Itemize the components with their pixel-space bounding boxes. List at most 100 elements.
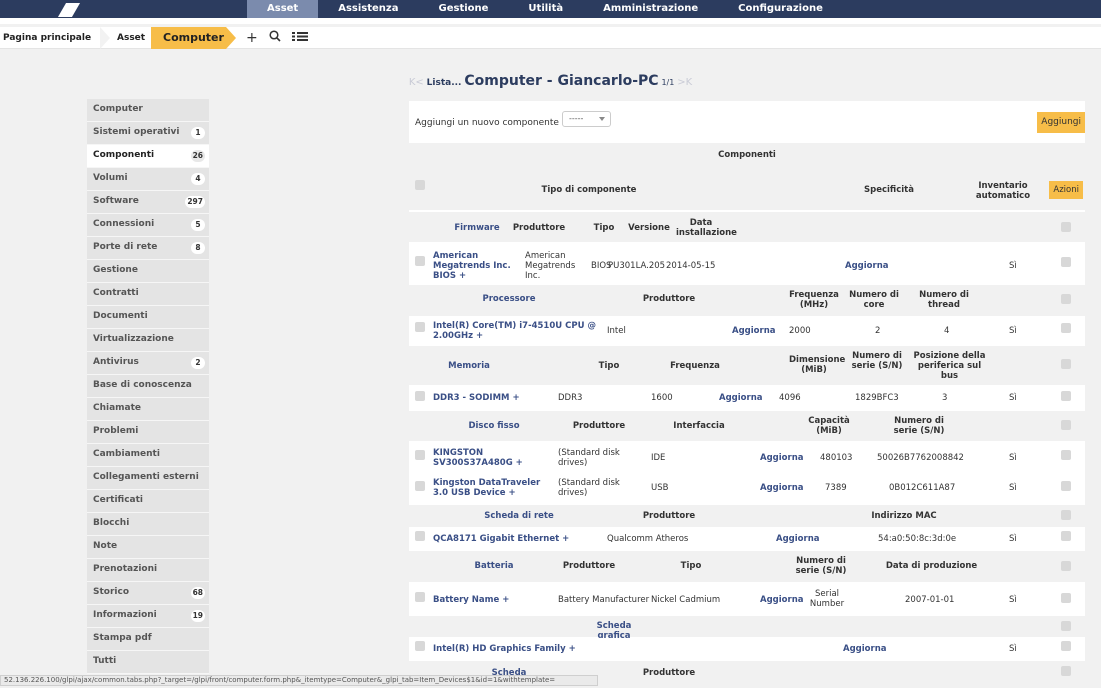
row-checkbox[interactable] [415,641,425,651]
battery-update-link[interactable]: Aggiorna [760,595,803,605]
sidebar-item-stampa-pdf[interactable]: Stampa pdf [87,628,209,651]
sidebar-item-certificati[interactable]: Certificati [87,490,209,513]
list-link[interactable]: Lista... [427,78,462,88]
firmware-header-checkbox[interactable] [1061,222,1071,232]
disk-update-link[interactable]: Aggiorna [760,453,803,463]
list-icon[interactable] [291,30,308,46]
sidebar-item-contratti[interactable]: Contratti [87,283,209,306]
disk-col-serie: Numero di serie (S/N) [893,416,945,436]
actions-button[interactable]: Azioni [1049,181,1083,199]
component-type-dropdown[interactable]: ----- [562,111,611,127]
menu-configurazione[interactable]: Configurazione [718,0,843,18]
processor-update-link[interactable]: Aggiorna [732,326,775,336]
sidebar-item-virtualizzazione[interactable]: Virtualizzazione [87,329,209,352]
row-checkbox[interactable] [415,391,425,401]
row-checkbox[interactable] [415,450,425,460]
disk-name-link[interactable]: Kingston DataTraveler 3.0 USB Device + [433,478,555,498]
sidebar-item-documenti[interactable]: Documenti [87,306,209,329]
disk-header-checkbox[interactable] [1061,420,1071,430]
row-checkbox[interactable] [415,531,425,541]
memory-name-link[interactable]: DDR3 - SODIMM + [433,393,520,403]
firmware-manufacturer: American Megatrends Inc. [525,251,576,281]
row-action-checkbox[interactable] [1061,257,1071,267]
processor-name-link[interactable]: Intel(R) Core(TM) i7-4510U CPU @ 2.00GHz… [433,321,628,341]
graphics-update-link[interactable]: Aggiorna [843,644,886,654]
sidebar-item-porte-di-rete[interactable]: Porte di rete 8 [87,237,209,260]
breadcrumb-current[interactable]: Computer [163,27,224,49]
breadcrumb-home[interactable]: Pagina principale [3,27,91,49]
row-action-checkbox[interactable] [1061,593,1071,603]
menu-asset[interactable]: Asset [247,0,319,18]
network-name-link[interactable]: QCA8171 Gigabit Ethernet + [433,534,569,544]
menu-gestione[interactable]: Gestione [419,0,509,18]
sidebar-item-antivirus[interactable]: Antivirus 2 [87,352,209,375]
disk-name-link[interactable]: KINGSTON SV300S37A480G + [433,448,533,468]
row-action-checkbox[interactable] [1061,641,1071,651]
sidebar-item-storico[interactable]: Storico 68 [87,582,209,605]
battery-name-link[interactable]: Battery Name + [433,595,509,605]
row-checkbox[interactable] [415,256,425,266]
disk-col-name: Disco fisso [468,421,520,431]
row-action-checkbox[interactable] [1061,323,1071,333]
network-mac: 54:a0:50:8c:3d:0e [878,534,957,544]
sidebar-item-prenotazioni[interactable]: Prenotazioni [87,559,209,582]
firmware-col-produttore: Produttore [512,223,566,233]
select-all-checkbox[interactable] [415,180,425,190]
breadcrumb-actions: + [246,27,308,49]
sidebar-item-gestione[interactable]: Gestione [87,260,209,283]
memory-update-link[interactable]: Aggiorna [719,393,762,403]
network-header-checkbox[interactable] [1061,510,1071,520]
processor-threads: 4 [944,326,950,336]
row-action-checkbox[interactable] [1061,481,1071,491]
menu-assistenza[interactable]: Assistenza [318,0,418,18]
sidebar-item-componenti[interactable]: Componenti 26 [87,145,209,168]
breadcrumb-asset[interactable]: Asset [117,27,145,49]
sidebar-item-volumi[interactable]: Volumi 4 [87,168,209,191]
memory-col-posizione: Posizione della periferica sul bus [913,351,986,381]
add-button[interactable]: Aggiungi [1037,112,1085,133]
sidebar-item-chiamate[interactable]: Chiamate [87,398,209,421]
disk-auto: Sì [1009,483,1017,493]
disk-update-link[interactable]: Aggiorna [760,483,803,493]
sidebar-item-label: Antivirus [93,357,139,367]
row-checkbox[interactable] [415,481,425,491]
sidebar-item-label: Componenti [93,150,155,160]
first-item-nav[interactable]: K< [409,77,424,88]
menu-utilita[interactable]: Utilità [508,0,583,18]
sidebar-item-blocchi[interactable]: Blocchi [87,513,209,536]
memory-header-checkbox[interactable] [1061,359,1071,369]
count-badge: 297 [185,196,205,208]
graphics-header-checkbox[interactable] [1061,621,1071,631]
row-action-checkbox[interactable] [1061,450,1071,460]
sidebar-item-sistemi-operativi[interactable]: Sistemi operativi 1 [87,122,209,145]
sidebar-item-connessioni[interactable]: Connessioni 5 [87,214,209,237]
firmware-name-link[interactable]: American Megatrends Inc. BIOS + [433,251,521,281]
row-action-checkbox[interactable] [1061,531,1071,541]
sidebar-item-computer[interactable]: Computer [87,99,209,122]
sidebar-item-tutti[interactable]: Tutti [87,651,209,674]
last-item-nav[interactable]: >K [677,77,692,88]
sound-header-checkbox[interactable] [1061,666,1071,676]
logo[interactable] [57,3,81,17]
network-row: QCA8171 Gigabit Ethernet + Qualcomm Athe… [409,528,1085,550]
sidebar-item-note[interactable]: Note [87,536,209,559]
disk-interface: USB [651,483,669,493]
graphics-name-link[interactable]: Intel(R) HD Graphics Family + [433,644,576,654]
sidebar-item-informazioni-sull-imp[interactable]: Informazioni sull'imp...19 [87,605,209,640]
menu-amministrazione[interactable]: Amministrazione [583,0,718,18]
battery-header-checkbox[interactable] [1061,561,1071,571]
search-icon[interactable] [269,30,281,46]
sidebar-item-label: Contratti [93,288,139,298]
plus-icon[interactable]: + [246,30,258,46]
sidebar-item-software[interactable]: Software 297 [87,191,209,214]
sidebar-item-base-di-conoscenza[interactable]: Base di conoscenza [87,375,209,398]
row-checkbox[interactable] [415,322,425,332]
processor-header-checkbox[interactable] [1061,294,1071,304]
network-update-link[interactable]: Aggiorna [776,534,819,544]
row-action-checkbox[interactable] [1061,391,1071,401]
sidebar-item-collegamenti-esterni[interactable]: Collegamenti esterni [87,467,209,490]
sidebar-item-cambiamenti[interactable]: Cambiamenti [87,444,209,467]
sidebar-item-problemi[interactable]: Problemi [87,421,209,444]
row-checkbox[interactable] [415,592,425,602]
firmware-update-link[interactable]: Aggiorna [845,261,888,271]
